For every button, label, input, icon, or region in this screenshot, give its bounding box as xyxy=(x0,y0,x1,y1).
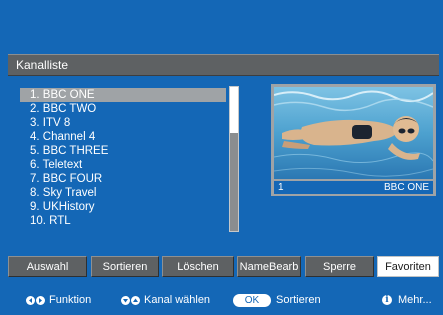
ok-button-icon: OK xyxy=(233,293,271,307)
up-down-arrows-icon xyxy=(121,295,141,305)
help-function-label: Funktion xyxy=(49,294,92,306)
page-title: Kanalliste xyxy=(16,58,69,72)
info-icon: i xyxy=(382,295,392,305)
select-button[interactable]: Auswahl xyxy=(8,256,87,277)
favorites-button[interactable]: Favoriten xyxy=(377,256,439,277)
preview-video-image xyxy=(274,87,433,179)
help-ok-sort: OK Sortieren xyxy=(233,285,321,315)
help-sort-label: Sortieren xyxy=(276,294,321,306)
channel-item[interactable]: 2. BBC TWO xyxy=(20,102,226,116)
channel-list-title-bar: Kanalliste xyxy=(8,54,439,76)
delete-button[interactable]: Löschen xyxy=(162,256,234,277)
channel-item[interactable]: 5. BBC THREE xyxy=(20,144,226,158)
left-right-arrows-icon xyxy=(26,295,46,305)
help-channel-select: Kanal wählen xyxy=(121,285,210,315)
channel-item[interactable]: 9. UKHistory xyxy=(20,200,226,214)
channel-item[interactable]: 8. Sky Travel xyxy=(20,186,226,200)
preview-channel-number: 1 xyxy=(278,182,284,193)
channel-list[interactable]: 1. BBC ONE 2. BBC TWO 3. ITV 8 4. Channe… xyxy=(20,88,226,233)
help-function: Funktion xyxy=(26,285,91,315)
edit-name-button[interactable]: NameBearb xyxy=(237,256,301,277)
channel-list-scrollbar[interactable] xyxy=(229,86,239,232)
preview-info-bar: 1 BBC ONE xyxy=(274,181,433,194)
help-more: i Mehr... xyxy=(382,285,432,315)
help-more-label: Mehr... xyxy=(398,294,432,306)
scrollbar-thumb[interactable] xyxy=(230,87,238,133)
lock-button[interactable]: Sperre xyxy=(305,256,374,277)
help-channel-select-label: Kanal wählen xyxy=(144,294,211,306)
channel-item[interactable]: 10. RTL xyxy=(20,214,226,228)
channel-item[interactable]: 3. ITV 8 xyxy=(20,116,226,130)
channel-item[interactable]: 1. BBC ONE xyxy=(20,88,226,102)
channel-preview: 1 BBC ONE xyxy=(271,84,436,196)
function-button-row: Auswahl Sortieren Löschen NameBearb Sper… xyxy=(8,256,439,278)
preview-channel-name: BBC ONE xyxy=(383,182,429,193)
sort-button[interactable]: Sortieren xyxy=(91,256,159,277)
help-bar: Funktion Kanal wählen OK Sortieren i Meh… xyxy=(0,285,443,315)
channel-item[interactable]: 4. Channel 4 xyxy=(20,130,226,144)
channel-item[interactable]: 6. Teletext xyxy=(20,158,226,172)
channel-item[interactable]: 7. BBC FOUR xyxy=(20,172,226,186)
